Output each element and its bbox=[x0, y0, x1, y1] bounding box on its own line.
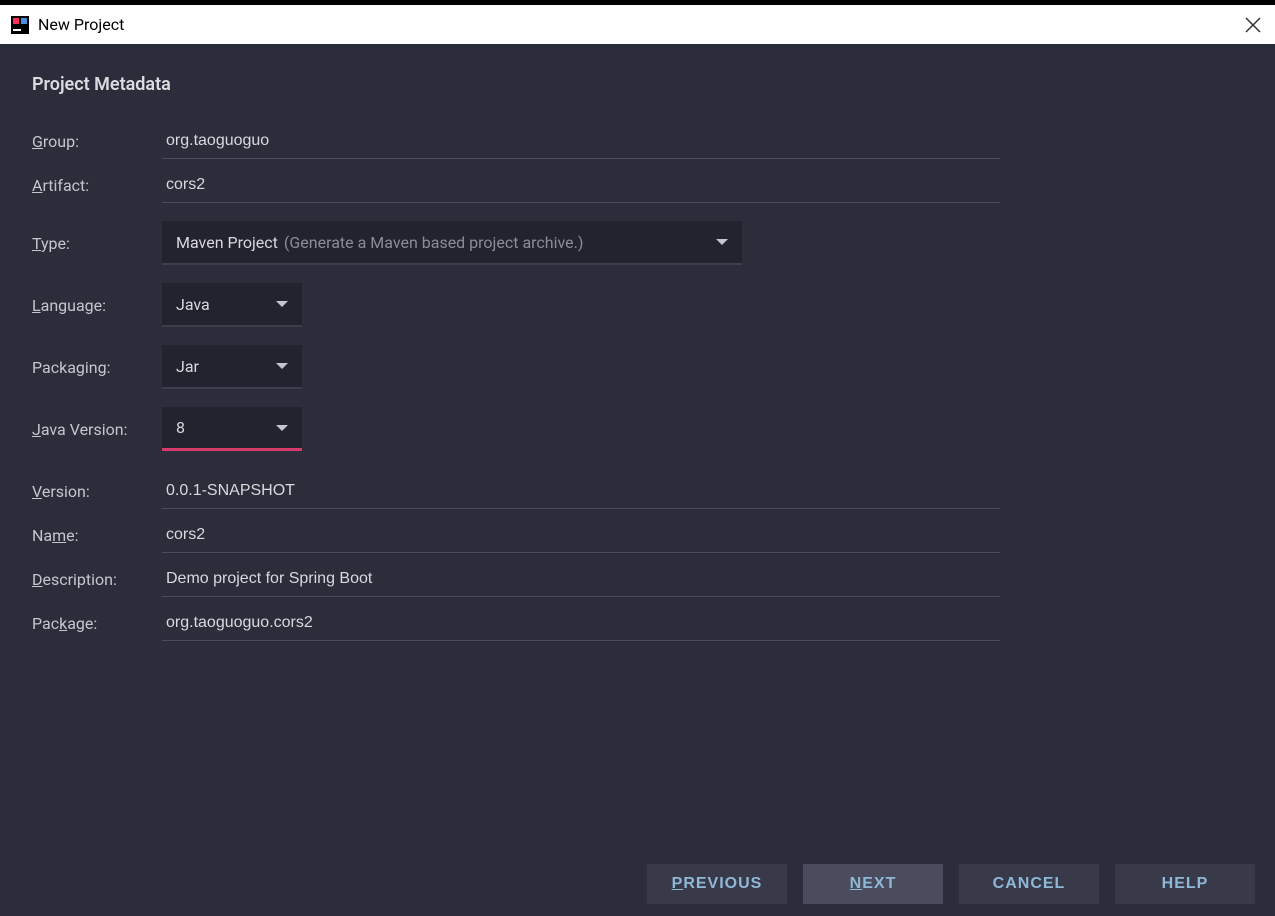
label-type: Type: bbox=[32, 234, 162, 253]
packaging-select-value: Jar bbox=[176, 357, 199, 376]
version-input[interactable] bbox=[162, 473, 1000, 509]
row-group: Group: bbox=[32, 123, 1243, 159]
label-group: Group: bbox=[32, 132, 162, 151]
label-description: Description: bbox=[32, 570, 162, 589]
section-title: Project Metadata bbox=[32, 74, 1243, 95]
group-input[interactable] bbox=[162, 123, 1000, 159]
row-language: Language: Java bbox=[32, 283, 1243, 327]
dialog-footer: PREVIOUS NEXT CANCEL HELP bbox=[0, 852, 1275, 916]
label-language: Language: bbox=[32, 296, 162, 315]
close-icon[interactable] bbox=[1241, 13, 1265, 37]
next-button[interactable]: NEXT bbox=[803, 864, 943, 904]
label-version: Version: bbox=[32, 482, 162, 501]
row-name: Name: bbox=[32, 517, 1243, 553]
type-select[interactable]: Maven Project (Generate a Maven based pr… bbox=[162, 221, 742, 265]
row-version: Version: bbox=[32, 473, 1243, 509]
row-description: Description: bbox=[32, 561, 1243, 597]
dialog-title: New Project bbox=[38, 15, 1241, 34]
intellij-icon bbox=[10, 15, 30, 35]
help-button[interactable]: HELP bbox=[1115, 864, 1255, 904]
row-type: Type: Maven Project (Generate a Maven ba… bbox=[32, 221, 1243, 265]
chevron-down-icon bbox=[276, 425, 288, 431]
description-input[interactable] bbox=[162, 561, 1000, 597]
label-artifact: Artifact: bbox=[32, 176, 162, 195]
packaging-select[interactable]: Jar bbox=[162, 345, 302, 389]
language-select-value: Java bbox=[176, 295, 210, 314]
label-java-version: Java Version: bbox=[32, 420, 162, 439]
row-packaging: Packaging: Jar bbox=[32, 345, 1243, 389]
type-select-value: Maven Project bbox=[176, 233, 278, 252]
language-select[interactable]: Java bbox=[162, 283, 302, 327]
row-artifact: Artifact: bbox=[32, 167, 1243, 203]
label-package: Package: bbox=[32, 614, 162, 633]
type-select-hint: (Generate a Maven based project archive.… bbox=[284, 233, 584, 252]
dialog-titlebar: New Project bbox=[0, 0, 1275, 44]
row-package: Package: bbox=[32, 605, 1243, 641]
name-input[interactable] bbox=[162, 517, 1000, 553]
chevron-down-icon bbox=[276, 363, 288, 369]
java-version-select[interactable]: 8 bbox=[162, 407, 302, 451]
label-name: Name: bbox=[32, 526, 162, 545]
java-version-select-value: 8 bbox=[176, 418, 185, 437]
label-packaging: Packaging: bbox=[32, 358, 162, 377]
chevron-down-icon bbox=[716, 239, 728, 245]
artifact-input[interactable] bbox=[162, 167, 1000, 203]
row-java-version: Java Version: 8 bbox=[32, 407, 1243, 451]
package-input[interactable] bbox=[162, 605, 1000, 641]
dialog-body: Project Metadata Group: Artifact: Type: … bbox=[0, 44, 1275, 852]
previous-button[interactable]: PREVIOUS bbox=[647, 864, 787, 904]
chevron-down-icon bbox=[276, 301, 288, 307]
cancel-button[interactable]: CANCEL bbox=[959, 864, 1099, 904]
